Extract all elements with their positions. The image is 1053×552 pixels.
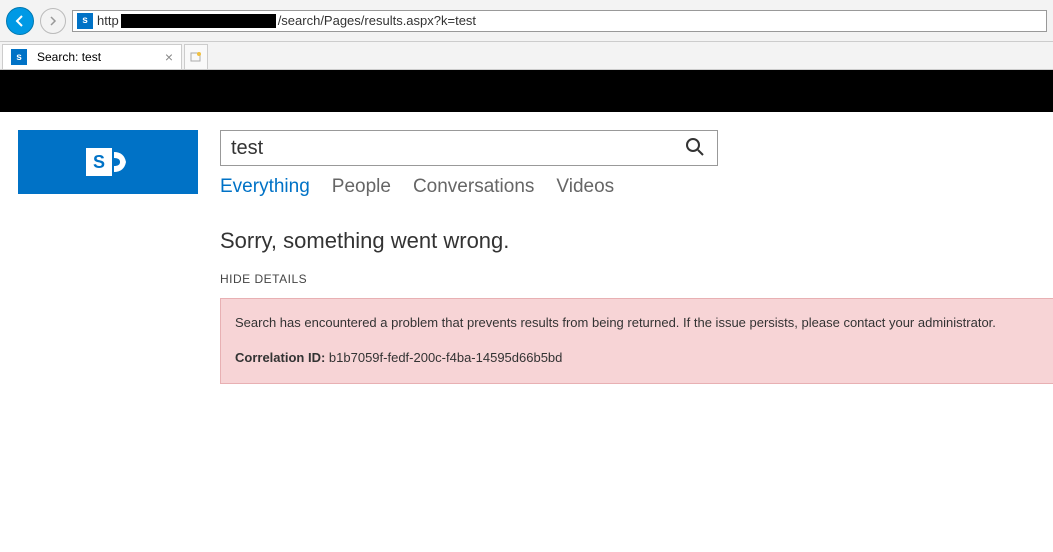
back-button[interactable]	[6, 7, 34, 35]
sharepoint-favicon-icon: s	[11, 49, 27, 65]
correlation-line: Correlation ID: b1b7059f-fedf-200c-f4ba-…	[235, 348, 1041, 369]
scope-people[interactable]: People	[332, 176, 391, 198]
tab-title: Search: test	[37, 50, 101, 64]
search-scopes: Everything People Conversations Videos	[220, 176, 1053, 198]
correlation-label: Correlation ID:	[235, 350, 325, 365]
svg-text:S: S	[93, 152, 105, 172]
new-tab-button[interactable]	[184, 44, 208, 69]
main-column: Everything People Conversations Videos S…	[220, 130, 1053, 384]
page-content: S Everything People Conversations Videos…	[0, 112, 1053, 384]
sharepoint-logo[interactable]: S	[18, 130, 198, 194]
sharepoint-favicon-icon: s	[77, 13, 93, 29]
search-button[interactable]	[681, 133, 709, 164]
browser-toolbar: s http /search/Pages/results.aspx?k=test	[0, 0, 1053, 42]
browser-tab[interactable]: s Search: test ×	[2, 44, 182, 69]
forward-button[interactable]	[40, 8, 66, 34]
search-input[interactable]	[231, 137, 681, 160]
correlation-id: b1b7059f-fedf-200c-f4ba-14595d66b5bd	[329, 350, 562, 365]
suite-bar	[0, 70, 1053, 112]
address-bar[interactable]: s http /search/Pages/results.aspx?k=test	[72, 10, 1047, 32]
tab-bar: s Search: test ×	[0, 42, 1053, 70]
scope-conversations[interactable]: Conversations	[413, 176, 534, 198]
search-box	[220, 130, 718, 166]
error-message: Search has encountered a problem that pr…	[235, 313, 1041, 334]
hide-details-toggle[interactable]: HIDE DETAILS	[220, 272, 1053, 286]
scope-everything[interactable]: Everything	[220, 176, 310, 198]
url-suffix: /search/Pages/results.aspx?k=test	[278, 13, 476, 28]
url-redacted	[121, 14, 276, 28]
sharepoint-logo-icon: S	[84, 140, 132, 184]
error-details-box: Search has encountered a problem that pr…	[220, 298, 1053, 384]
scope-videos[interactable]: Videos	[556, 176, 614, 198]
url-prefix: http	[97, 13, 119, 28]
error-heading: Sorry, something went wrong.	[220, 228, 1053, 254]
close-tab-icon[interactable]: ×	[165, 49, 173, 65]
search-icon	[685, 137, 705, 157]
new-tab-icon	[189, 50, 203, 64]
